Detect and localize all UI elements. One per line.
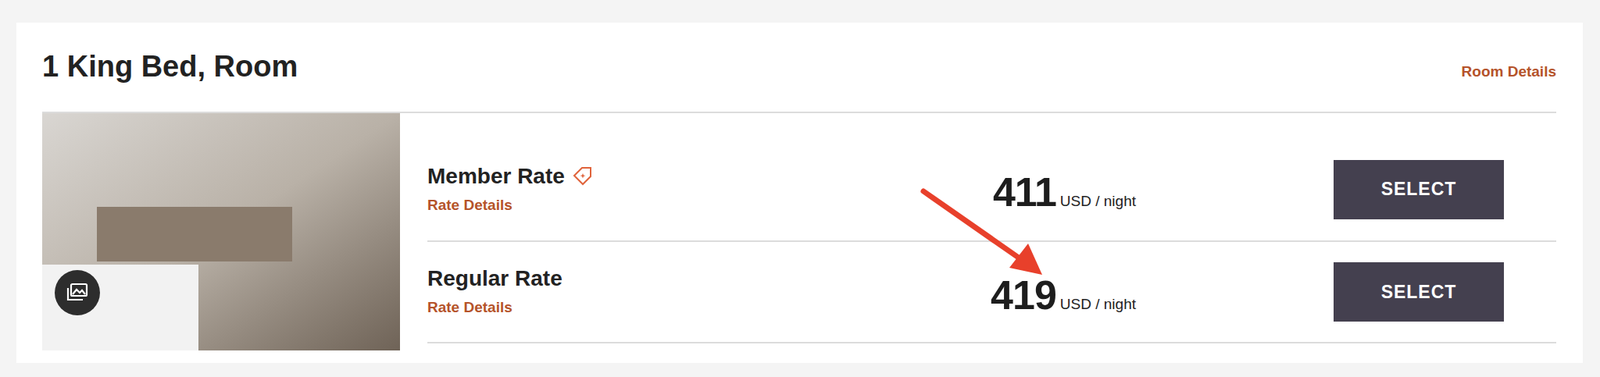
price-amount: 411 bbox=[992, 171, 1057, 213]
tag-icon bbox=[571, 164, 595, 188]
price: 411USD / night bbox=[992, 171, 1136, 214]
room-details-link[interactable]: Room Details bbox=[1461, 60, 1557, 84]
room-card: 1 King Bed, Room Room Details Member Rat… bbox=[16, 22, 1583, 364]
price-unit: USD / night bbox=[1060, 190, 1136, 214]
rate-details-link[interactable]: Rate Details bbox=[427, 296, 991, 320]
select-button[interactable]: SELECT bbox=[1333, 262, 1504, 322]
price-amount: 419 bbox=[990, 275, 1057, 316]
arrow-icon bbox=[0, 0, 1600, 377]
price: 419USD / night bbox=[990, 275, 1136, 317]
gallery-icon[interactable] bbox=[54, 270, 100, 316]
price-unit: USD / night bbox=[1060, 293, 1136, 317]
card-header: 1 King Bed, Room Room Details bbox=[42, 22, 1557, 114]
room-title: 1 King Bed, Room bbox=[42, 48, 298, 86]
rate-row: Regular Rate Rate Details419USD / night SE… bbox=[427, 242, 1557, 344]
room-photo[interactable] bbox=[42, 113, 400, 351]
rate-details-link[interactable]: Rate Details bbox=[427, 194, 993, 218]
rate-row: Member Rate Rate Details411USD / night SEL… bbox=[427, 113, 1557, 243]
rate-name: Member Rate bbox=[427, 162, 565, 190]
rate-name: Regular Rate bbox=[427, 264, 563, 293]
select-button[interactable]: SELECT bbox=[1333, 160, 1504, 220]
